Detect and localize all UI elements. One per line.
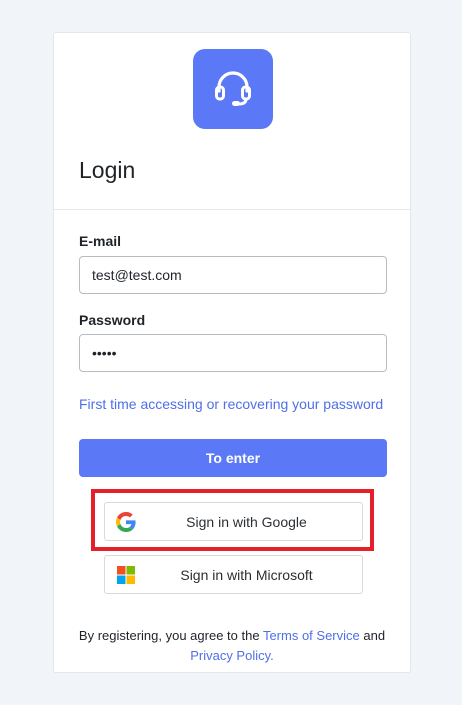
google-icon [116, 512, 136, 532]
recover-password-link[interactable]: First time accessing or recovering your … [79, 396, 383, 412]
microsoft-signin-label: Sign in with Microsoft [180, 566, 313, 583]
terms-of-service-link[interactable]: Terms of Service [263, 628, 360, 643]
password-label: Password [79, 312, 146, 328]
google-signin-label: Sign in with Google [186, 513, 307, 530]
terms-suffix: . [270, 648, 274, 663]
email-label: E-mail [79, 233, 122, 249]
microsoft-signin-button[interactable]: Sign in with Microsoft [104, 555, 363, 594]
terms-prefix: By registering, you agree to the [78, 628, 263, 643]
page-title: Login [79, 157, 136, 183]
divider [54, 209, 410, 210]
privacy-policy-link[interactable]: Privacy Policy [190, 648, 270, 663]
password-field[interactable] [79, 334, 387, 372]
app-logo [193, 49, 273, 129]
headset-icon [215, 71, 251, 106]
enter-button[interactable]: To enter [79, 439, 387, 477]
terms-middle: and [359, 628, 386, 643]
google-signin-button[interactable]: Sign in with Google [104, 502, 363, 541]
terms-text: By registering, you agree to the Terms o… [54, 626, 410, 666]
login-card: Login E-mail Password First time accessi… [53, 32, 411, 673]
microsoft-icon [117, 566, 135, 584]
email-field[interactable] [79, 256, 387, 294]
